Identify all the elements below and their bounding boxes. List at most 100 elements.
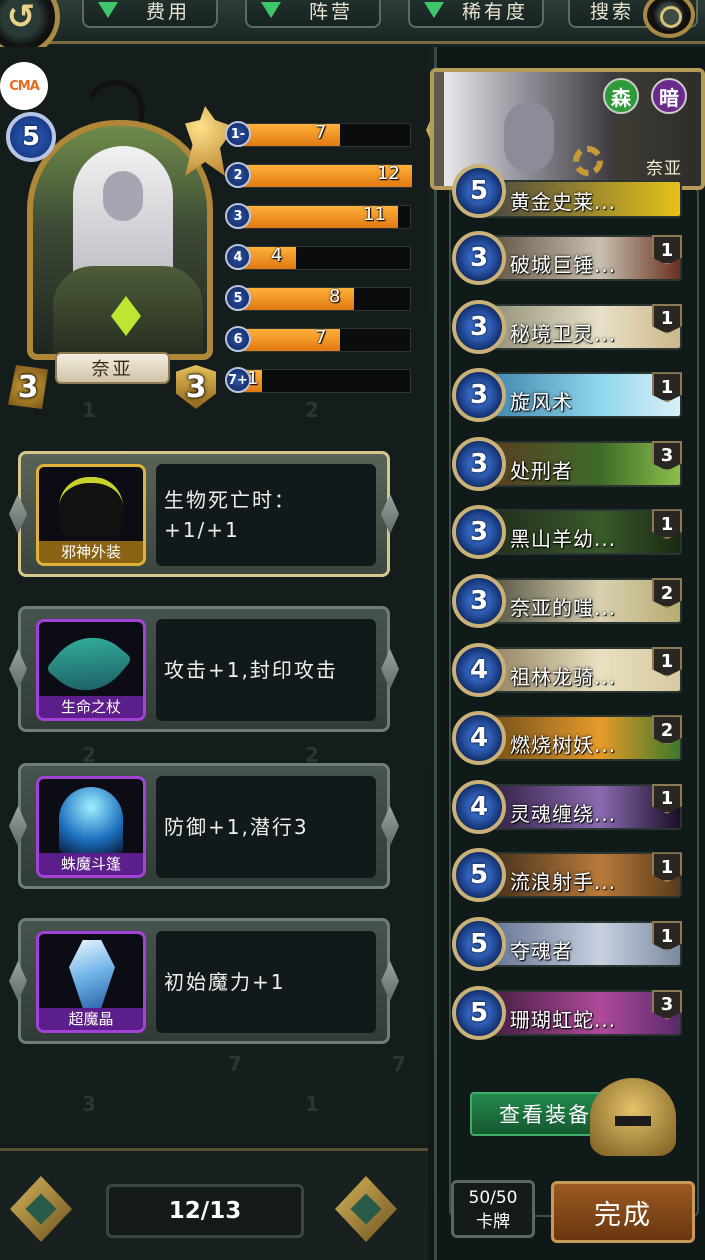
card-art xyxy=(478,440,682,487)
deck-card[interactable]: 3 秘境卫灵... 1 xyxy=(452,299,682,356)
card-art xyxy=(478,372,682,419)
card-cost: 3 xyxy=(452,368,506,423)
hero-mana-gem: 5 xyxy=(6,112,56,162)
mana-curve-row: 67 xyxy=(225,326,411,352)
background-slot: 3 xyxy=(82,1092,96,1116)
background-slot: 2 xyxy=(305,398,319,422)
deck-card[interactable]: 4 灵魂缠绕... 1 xyxy=(452,779,682,836)
background-slot: 1 xyxy=(82,398,96,422)
equipment-icon: 蛛魔斗篷 xyxy=(36,776,146,878)
mana-curve-count: 12 xyxy=(377,163,400,184)
equipment-name: 蛛魔斗篷 xyxy=(39,853,143,875)
equipment-slot-2[interactable]: 生命之杖 攻击+1,封印攻击 xyxy=(9,606,399,732)
deck-count-value: 50/50 xyxy=(468,1188,518,1208)
card-name: 燃烧树妖... xyxy=(510,733,617,758)
mana-curve-cost-label: 2 xyxy=(225,162,251,188)
card-cost: 3 xyxy=(452,231,506,285)
dropdown-triangle-icon xyxy=(261,2,281,18)
mana-curve-track xyxy=(237,369,411,393)
faction-dark-icon: 暗 xyxy=(651,78,687,114)
filter-faction-label: 阵营 xyxy=(309,0,354,23)
card-name: 夺魂者 xyxy=(510,939,573,963)
equipment-name: 生命之杖 xyxy=(39,696,143,718)
hero-name: 奈亚 xyxy=(55,352,170,384)
deck-builder-screen: ↺ 费用 阵营 稀有度 搜索 1 2 2 2 7 7 3 1 5 CMA 3 3… xyxy=(0,0,705,1260)
equipment-icon: 邪神外装 xyxy=(36,464,146,566)
card-name: 黑山羊幼... xyxy=(510,527,617,552)
done-button[interactable]: 完成 xyxy=(551,1181,695,1243)
mana-curve-row: 1- 7 xyxy=(225,121,411,147)
helmet-icon xyxy=(590,1078,676,1156)
mana-curve-cost-label: 1- xyxy=(225,121,251,147)
deck-card-partial[interactable]: 5 黄金史莱... xyxy=(452,164,682,220)
deck-card[interactable]: 3 旋风术 1 xyxy=(452,368,682,424)
card-cost: 5 xyxy=(452,985,506,1040)
filter-cost[interactable]: 费用 xyxy=(82,0,218,28)
equipment-slot-1[interactable]: 邪神外装 生物死亡时：+1/+1 xyxy=(9,451,399,577)
mana-curve-row: 7+ 1 xyxy=(225,367,411,393)
deck-count-label: 卡牌 xyxy=(476,1212,510,1232)
equipment-icon: 超魔晶 xyxy=(36,931,146,1033)
gear-icon[interactable] xyxy=(573,146,603,176)
dropdown-triangle-icon xyxy=(98,2,118,18)
filter-faction[interactable]: 阵营 xyxy=(245,0,381,28)
mana-curve-row: 44 xyxy=(225,244,411,270)
equipment-name: 邪神外装 xyxy=(39,541,143,563)
background-slot: 1 xyxy=(305,1092,319,1116)
dropdown-triangle-icon xyxy=(424,2,444,18)
card-cost: 5 xyxy=(452,164,506,218)
card-art xyxy=(478,921,682,967)
card-cost: 3 xyxy=(452,505,506,560)
card-name: 秘境卫灵... xyxy=(510,321,617,346)
card-cost: 3 xyxy=(452,574,506,628)
card-cost: 4 xyxy=(452,711,506,766)
filter-rarity-label: 稀有度 xyxy=(462,0,529,23)
deck-card[interactable]: 4 祖林龙骑... 1 xyxy=(452,642,682,699)
equipment-icon: 生命之杖 xyxy=(36,619,146,721)
staff-horn-icon xyxy=(45,622,133,708)
deck-card[interactable]: 4 燃烧树妖... 2 xyxy=(452,711,682,767)
hero-banner-name: 奈亚 xyxy=(646,159,682,179)
mana-curve-track xyxy=(237,246,411,270)
deck-card[interactable]: 3 破城巨锤... 1 xyxy=(452,231,682,287)
equipment-description: 攻击+1,封印攻击 xyxy=(156,619,376,721)
filter-cost-label: 费用 xyxy=(146,0,191,23)
mana-curve-count: 8 xyxy=(329,286,341,307)
mana-curve-count: 11 xyxy=(363,204,386,225)
equipment-slot-3[interactable]: 蛛魔斗篷 防御+1,潜行3 xyxy=(9,763,399,889)
mana-curve-count: 1 xyxy=(247,368,259,389)
card-name: 灵魂缠绕... xyxy=(510,801,617,826)
dark-armor-icon xyxy=(59,477,123,537)
search-icon[interactable] xyxy=(643,0,695,38)
equipment-description: 生物死亡时：+1/+1 xyxy=(156,464,376,566)
deck-card[interactable]: 5 流浪射手... 1 xyxy=(452,848,682,904)
deck-card-count: 50/50 卡牌 xyxy=(451,1180,535,1238)
mana-curve-cost-label: 3 xyxy=(225,203,251,229)
search-label: 搜索 xyxy=(590,0,635,23)
mana-curve-cost-label: 4 xyxy=(225,244,251,270)
deck-card[interactable]: 3 黑山羊幼... 1 xyxy=(452,505,682,561)
card-cost: 3 xyxy=(452,436,506,491)
mana-curve-row: 58 xyxy=(225,285,411,311)
back-arrow-icon: ↺ xyxy=(6,0,36,37)
filter-rarity[interactable]: 稀有度 xyxy=(408,0,544,28)
mana-curve-cost-label: 6 xyxy=(225,326,251,352)
card-name: 珊瑚虹蛇... xyxy=(510,1007,617,1032)
equipment-slot-4[interactable]: 超魔晶 初始魔力+1 xyxy=(9,918,399,1044)
deck-card[interactable]: 3 奈亚的嗤... 2 xyxy=(452,574,682,630)
filter-bar: ↺ 费用 阵营 稀有度 搜索 xyxy=(0,0,705,56)
card-name: 处刑者 xyxy=(510,458,573,483)
card-cost: 4 xyxy=(452,642,506,697)
card-cost: 4 xyxy=(452,779,506,834)
mana-curve-row: 3 11 xyxy=(225,203,411,229)
cloak-icon xyxy=(59,787,123,853)
equipment-description: 初始魔力+1 xyxy=(156,931,376,1033)
page-indicator: 12/13 xyxy=(106,1184,304,1238)
crystal-icon xyxy=(69,940,115,1008)
background-slot: 7 xyxy=(228,1052,242,1076)
deck-card[interactable]: 5 夺魂者 1 xyxy=(452,917,682,973)
card-name: 祖林龙骑... xyxy=(510,664,617,689)
deck-card[interactable]: 3 处刑者 3 xyxy=(452,436,682,493)
equipment-name: 超魔晶 xyxy=(39,1008,143,1030)
deck-card[interactable]: 5 珊瑚虹蛇... 3 xyxy=(452,985,682,1042)
